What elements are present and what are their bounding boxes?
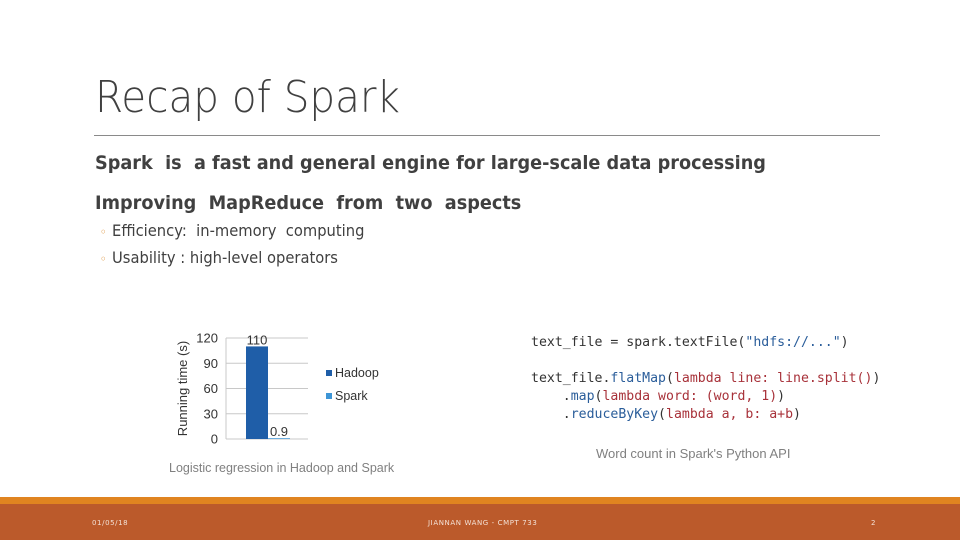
sub-bullet-usability: ◦ Usability : high-level operators <box>100 248 338 267</box>
code-token: text_file. <box>531 371 611 386</box>
code-token: reduceByKey <box>570 407 659 422</box>
code-caption: Word count in Spark's Python API <box>596 446 791 461</box>
legend-swatch-spark <box>326 393 332 399</box>
code-token: lambda a, b: a+b <box>666 407 794 422</box>
legend-swatch-hadoop <box>326 370 332 376</box>
slide-title: Recap of Spark <box>95 72 401 123</box>
footer-accent-stripe <box>0 497 960 504</box>
footer-page-number: 2 <box>871 519 877 527</box>
sub-bullet-text: Efficiency: in-memory computing <box>112 221 365 240</box>
y-tick-label: 120 <box>196 331 218 346</box>
y-tick-label: 90 <box>204 356 218 371</box>
code-token: ) <box>840 335 849 350</box>
footer-author-course: JIANNAN WANG - CMPT 733 <box>428 519 538 527</box>
code-token: "hdfs://..." <box>745 335 841 350</box>
code-token: ( <box>665 371 674 386</box>
code-token: lambda line: line.split() <box>673 371 873 386</box>
code-token: lambda word: (word, 1) <box>602 389 778 404</box>
data-label-spark: 0.9 <box>270 424 288 439</box>
bullet-spark-definition: Spark is a fast and general engine for l… <box>95 152 766 174</box>
chart-caption: Logistic regression in Hadoop and Spark <box>169 461 395 475</box>
code-token: ( <box>658 407 666 422</box>
chart-svg: 0 30 60 90 120 Running time (s) 110 0.9 Hadoop Sp… <box>175 331 379 447</box>
bullet-improving-mapreduce: Improving MapReduce from two aspects <box>95 192 522 214</box>
bullet-circle-icon: ◦ <box>100 225 107 239</box>
y-tick-label: 0 <box>211 432 218 447</box>
code-token: ) <box>872 371 881 386</box>
code-token: . <box>531 407 571 422</box>
code-token: flatMap <box>610 371 666 386</box>
bar-hadoop <box>246 346 268 439</box>
code-token: map <box>570 389 595 404</box>
footer-date: 01/05/18 <box>92 519 129 527</box>
code-token: ) <box>793 407 801 422</box>
sub-bullet-efficiency: ◦ Efficiency: in-memory computing <box>100 221 364 240</box>
code-token: . <box>531 389 571 404</box>
sub-bullet-text: Usability : high-level operators <box>112 248 338 267</box>
y-tick-label: 30 <box>204 406 218 421</box>
y-tick-label: 60 <box>204 381 218 396</box>
code-line: .map(lambda word: (word, 1)) <box>531 390 785 403</box>
code-line: .reduceByKey(lambda a, b: a+b) <box>531 408 801 421</box>
legend-label-hadoop: Hadoop <box>335 366 379 380</box>
code-line: text_file = spark.textFile("hdfs://...") <box>531 336 849 349</box>
bullet-circle-icon: ◦ <box>100 252 107 266</box>
code-line: text_file.flatMap(lambda line: line.spli… <box>531 372 880 385</box>
title-divider <box>94 135 880 136</box>
code-token: ) <box>777 389 786 404</box>
running-time-chart: 0 30 60 90 120 Running time (s) 110 0.9 Hadoop Sp… <box>160 322 410 482</box>
legend-label-spark: Spark <box>335 389 368 403</box>
y-axis-title: Running time (s) <box>175 341 190 436</box>
data-label-hadoop: 110 <box>247 332 268 347</box>
code-token: text_file = spark.textFile( <box>531 335 746 350</box>
